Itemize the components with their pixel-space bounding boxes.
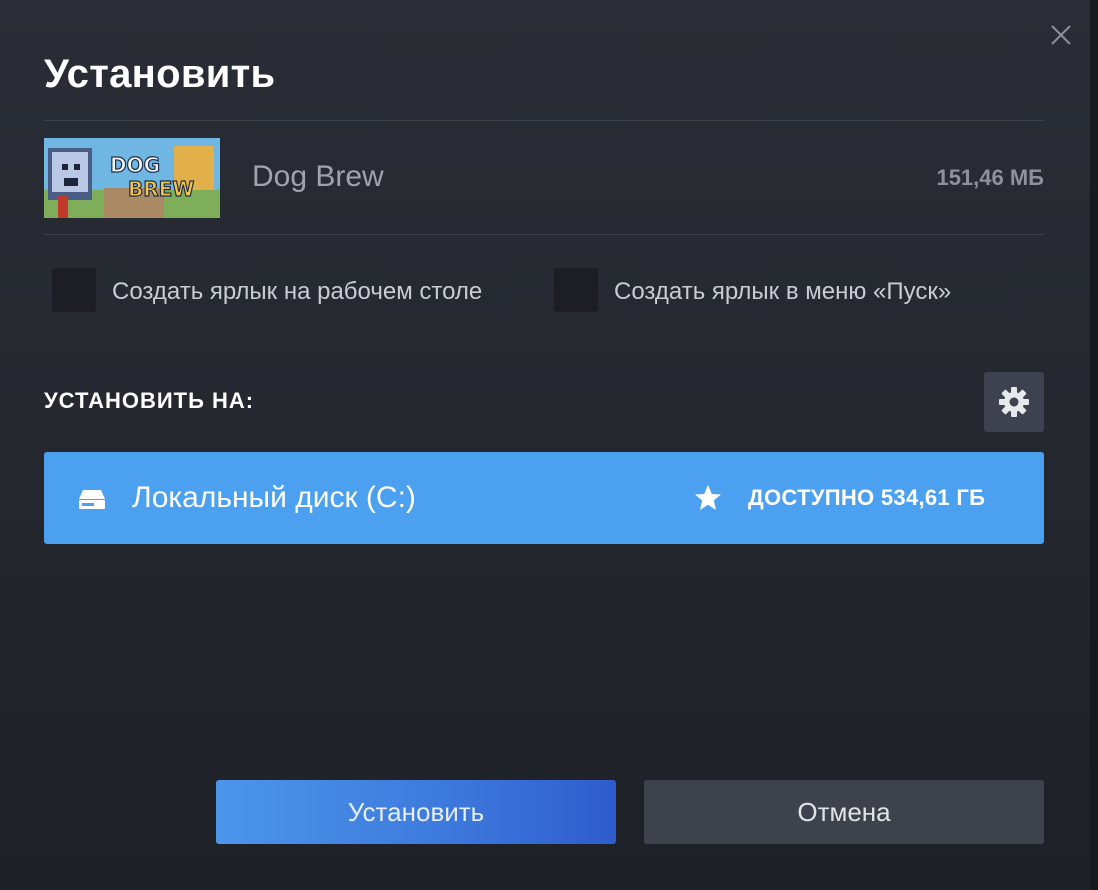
- game-capsule-image: DOG BREW: [44, 138, 220, 218]
- dialog-title: Установить: [44, 52, 276, 96]
- window-edge: [1090, 0, 1098, 890]
- install-dialog: Установить DOG BREW Dog Brew 151,46 МБ С…: [0, 0, 1090, 890]
- gear-icon: [999, 387, 1029, 417]
- start-menu-shortcut-label: Создать ярлык в меню «Пуск»: [614, 278, 952, 305]
- divider-middle: [44, 234, 1044, 235]
- game-name: Dog Brew: [252, 160, 384, 193]
- install-button[interactable]: Установить: [216, 780, 616, 844]
- cancel-button[interactable]: Отмена: [644, 780, 1044, 844]
- game-size: 151,46 МБ: [936, 165, 1044, 190]
- drive-option-c[interactable]: Локальный диск (C:) ДОСТУПНО 534,61 ГБ: [44, 452, 1044, 544]
- drive-icon: [79, 490, 105, 509]
- desktop-shortcut-checkbox[interactable]: [52, 268, 96, 312]
- drive-free-space: ДОСТУПНО 534,61 ГБ: [748, 485, 986, 510]
- close-button[interactable]: [1046, 20, 1076, 50]
- storage-settings-button[interactable]: [984, 372, 1044, 432]
- capsule-logo-text-1: DOG: [110, 153, 160, 177]
- divider-top: [44, 120, 1044, 121]
- start-menu-shortcut-checkbox[interactable]: [554, 268, 598, 312]
- game-info-row: DOG BREW Dog Brew 151,46 МБ: [44, 138, 1044, 218]
- star-icon: [695, 485, 721, 510]
- close-icon: [1051, 25, 1071, 45]
- desktop-shortcut-label: Создать ярлык на рабочем столе: [112, 278, 483, 305]
- install-location-label: УСТАНОВИТЬ НА:: [44, 388, 255, 413]
- capsule-logo-text-2: BREW: [128, 177, 194, 201]
- drive-name: Локальный диск (C:): [132, 481, 416, 514]
